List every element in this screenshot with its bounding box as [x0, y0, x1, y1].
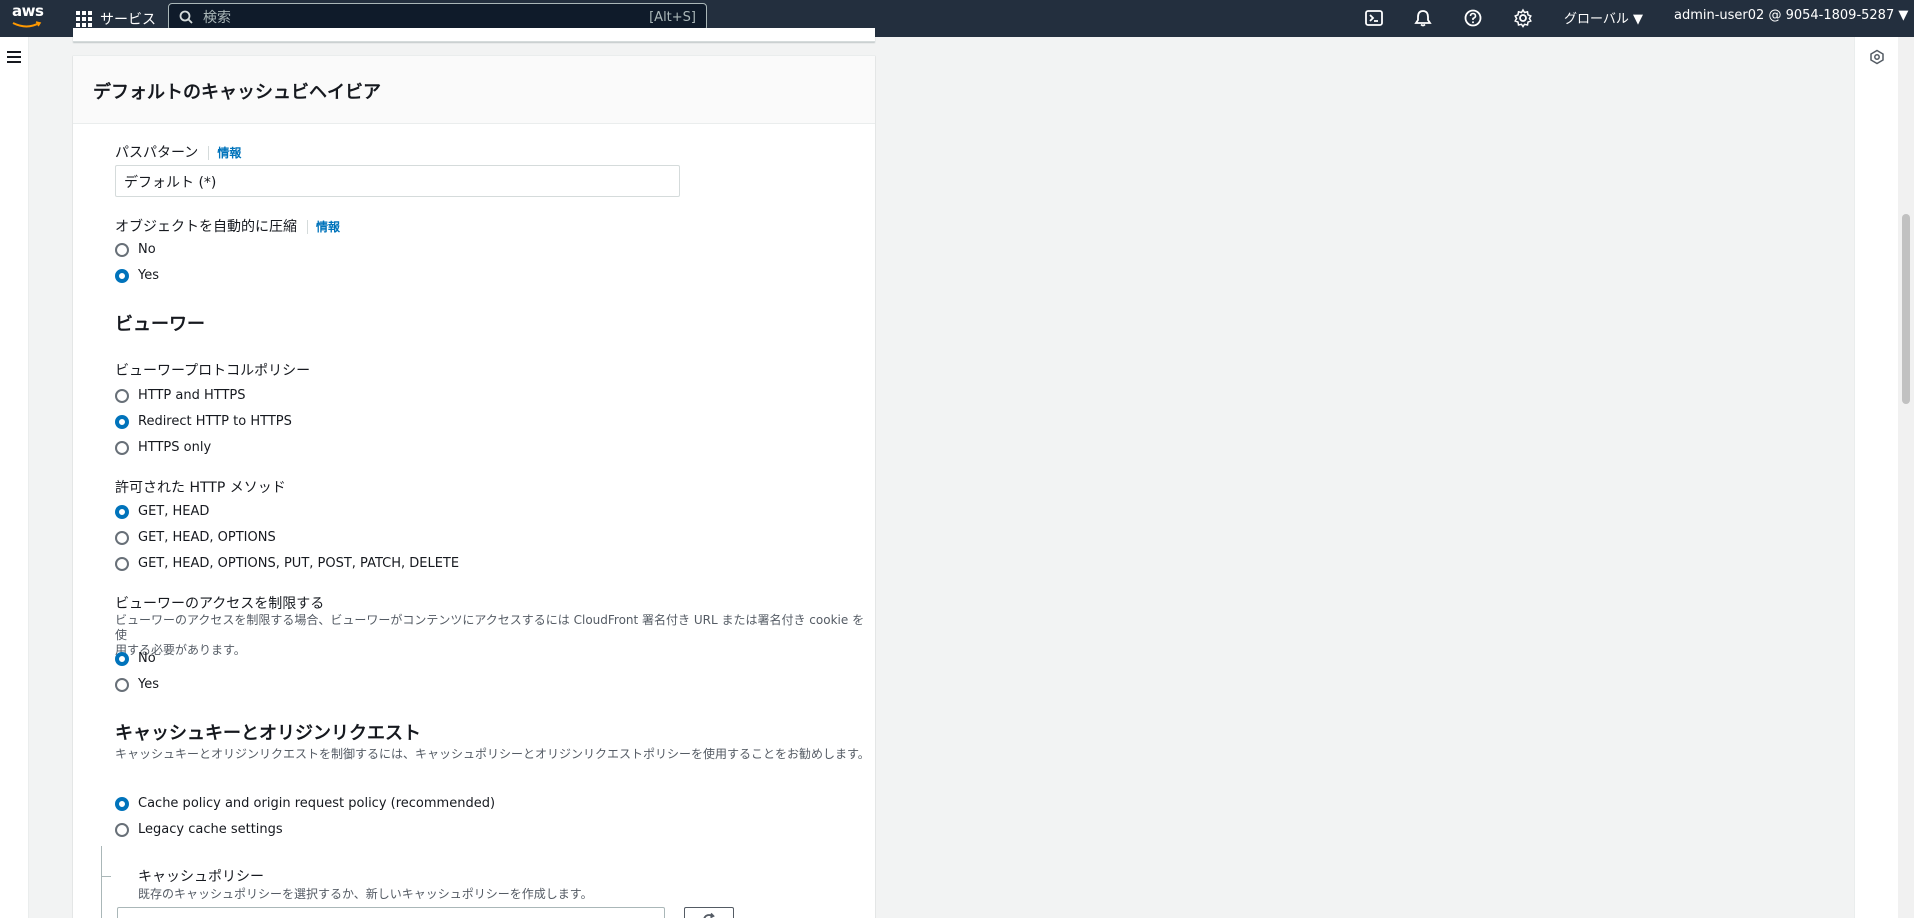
tree-connector-tick	[101, 876, 111, 877]
scrollbar-thumb[interactable]	[1902, 214, 1910, 404]
bell-icon[interactable]	[1413, 8, 1433, 28]
path-pattern-info-link[interactable]: 情報	[208, 146, 242, 160]
cache-key-section-title: キャッシュキーとオリジンリクエスト	[115, 723, 421, 744]
grid-icon	[76, 10, 92, 27]
radio-button[interactable]	[115, 530, 129, 545]
radio-label: GET, HEAD, OPTIONS, PUT, POST, PATCH, DE…	[138, 556, 460, 571]
cache-radio-legacy[interactable]: Legacy cache settings	[115, 822, 283, 837]
radio-button[interactable]	[115, 414, 129, 429]
radio-button[interactable]	[115, 651, 129, 666]
refresh-icon	[703, 912, 715, 918]
page-scrollbar[interactable]	[1898, 37, 1914, 918]
default-cache-behavior-panel: デフォルトのキャッシュビヘイビア パスパターン 情報 デフォルト (*) オブジェ…	[73, 55, 875, 918]
search-shortcut: [Alt+S]	[649, 9, 696, 25]
cache-policy-label: キャッシュポリシー	[138, 869, 264, 885]
radio-label: GET, HEAD, OPTIONS	[138, 530, 276, 545]
left-sidebar	[0, 37, 29, 918]
cache-key-description: キャッシュキーとオリジンリクエストを制御するには、キャッシュポリシーとオリジンリ…	[115, 747, 870, 761]
tree-connector-line	[101, 846, 102, 918]
restrict-radio-yes[interactable]: Yes	[115, 677, 159, 692]
radio-label: GET, HEAD	[138, 504, 210, 519]
aws-logo-text: aws	[12, 2, 44, 20]
cache-radio-policy[interactable]: Cache policy and origin request policy (…	[115, 796, 495, 811]
radio-label: No	[138, 651, 156, 666]
services-label: サービス	[100, 11, 156, 28]
right-tools-panel	[1854, 37, 1898, 918]
restrict-radio-no[interactable]: No	[115, 651, 156, 666]
radio-label: Cache policy and origin request policy (…	[138, 796, 496, 811]
compress-radio-no[interactable]: No	[115, 242, 156, 257]
search-input[interactable]: 検索 [Alt+S]	[168, 3, 707, 31]
radio-label: Redirect HTTP to HTTPS	[138, 414, 292, 429]
path-pattern-label: パスパターン 情報	[115, 142, 242, 162]
protocol-radio-redirect[interactable]: Redirect HTTP to HTTPS	[115, 414, 292, 429]
protocol-radio-http-https[interactable]: HTTP and HTTPS	[115, 388, 246, 403]
radio-button[interactable]	[115, 388, 129, 403]
radio-button[interactable]	[115, 242, 129, 257]
restrict-desc-line2: 用する必要があります。	[115, 643, 246, 657]
settings-icon[interactable]	[1513, 8, 1533, 28]
viewer-protocol-label: ビューワープロトコルポリシー	[115, 363, 311, 379]
restrict-desc-line1: ビューワーのアクセスを制限する場合、ビューワーがコンテンツにアクセスするには C…	[115, 613, 865, 642]
radio-button[interactable]	[115, 440, 129, 455]
restrict-access-description: ビューワーのアクセスを制限する場合、ビューワーがコンテンツにアクセスするには C…	[115, 613, 875, 658]
previous-panel	[73, 28, 875, 42]
compress-label: オブジェクトを自動的に圧縮 情報	[115, 216, 341, 236]
radio-button[interactable]	[115, 822, 129, 837]
panel-title: デフォルトのキャッシュビヘイビア	[93, 82, 381, 103]
viewer-section-title: ビューワー	[115, 314, 205, 335]
radio-button[interactable]	[115, 677, 129, 692]
compress-label-text: オブジェクトを自動的に圧縮	[115, 219, 297, 235]
aws-smile-icon	[12, 21, 42, 28]
tools-panel-icon[interactable]	[1869, 49, 1885, 65]
methods-radio-all[interactable]: GET, HEAD, OPTIONS, PUT, POST, PATCH, DE…	[115, 556, 459, 571]
help-icon[interactable]	[1463, 8, 1483, 28]
cache-policy-description: 既存のキャッシュポリシーを選択するか、新しいキャッシュポリシーを作成します。	[138, 887, 593, 901]
methods-radio-get-head-options[interactable]: GET, HEAD, OPTIONS	[115, 530, 276, 545]
radio-label: Yes	[138, 677, 159, 692]
refresh-button[interactable]	[684, 907, 734, 918]
menu-icon[interactable]	[7, 51, 21, 63]
radio-button[interactable]	[115, 268, 129, 283]
path-pattern-field: デフォルト (*)	[115, 165, 680, 197]
radio-label: Legacy cache settings	[138, 822, 283, 837]
search-placeholder: 検索	[203, 10, 231, 26]
account-menu[interactable]: admin-user02 @ 9054-1809-5287 ▼	[1674, 8, 1908, 23]
aws-logo[interactable]: aws	[12, 4, 44, 32]
restrict-access-label: ビューワーのアクセスを制限する	[115, 596, 325, 612]
cloudshell-icon[interactable]	[1364, 8, 1384, 28]
path-pattern-label-text: パスパターン	[115, 145, 199, 161]
radio-label: HTTPS only	[138, 440, 212, 455]
http-methods-label: 許可された HTTP メソッド	[115, 480, 286, 496]
radio-button[interactable]	[115, 796, 129, 811]
radio-button[interactable]	[115, 504, 129, 519]
region-selector[interactable]: グローバル ▼	[1564, 8, 1643, 27]
radio-label: Yes	[138, 268, 159, 283]
methods-radio-get-head[interactable]: GET, HEAD	[115, 504, 209, 519]
cache-policy-select[interactable]	[117, 907, 665, 918]
radio-button[interactable]	[115, 556, 129, 571]
compress-radio-yes[interactable]: Yes	[115, 268, 159, 283]
compress-info-link[interactable]: 情報	[307, 220, 341, 234]
panel-header: デフォルトのキャッシュビヘイビア	[73, 56, 875, 124]
search-icon	[179, 10, 193, 24]
radio-label: HTTP and HTTPS	[138, 388, 246, 403]
protocol-radio-https-only[interactable]: HTTPS only	[115, 440, 211, 455]
radio-label: No	[138, 242, 156, 257]
